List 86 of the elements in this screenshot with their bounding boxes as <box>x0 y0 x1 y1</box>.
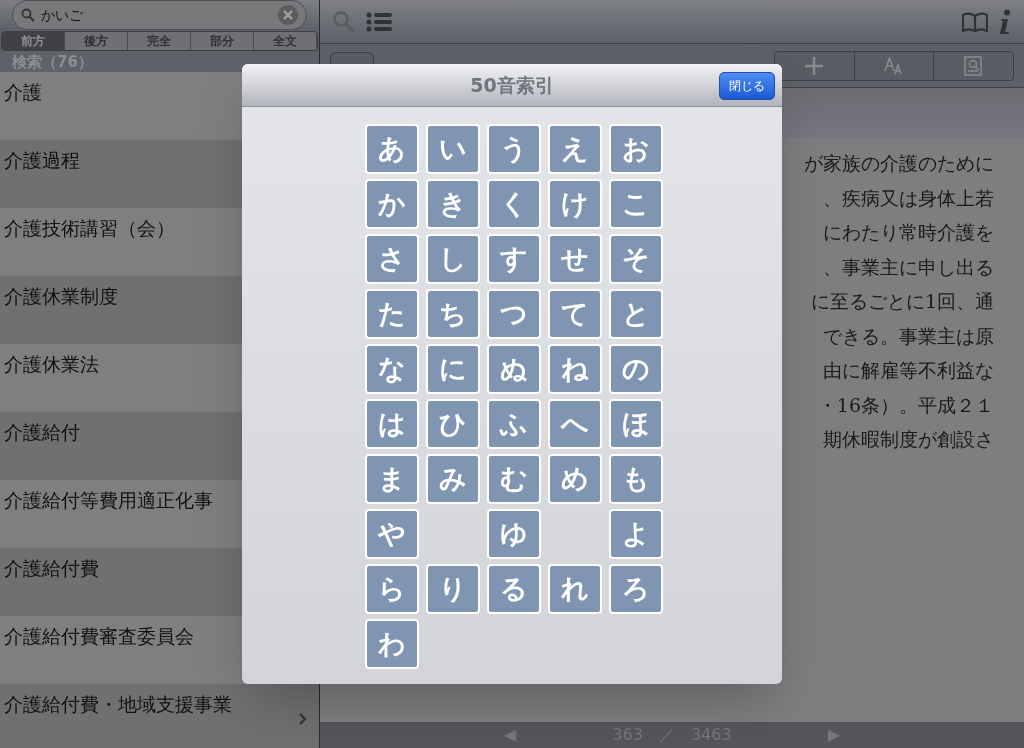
result-label: 介護過程 <box>4 149 80 171</box>
kana-key[interactable]: さ <box>365 234 419 284</box>
previous-page-button[interactable]: ◀ <box>504 723 517 747</box>
book-icon[interactable] <box>962 11 988 32</box>
kana-key[interactable]: あ <box>365 124 419 174</box>
result-label: 介護給付費 <box>4 557 99 579</box>
kana-key[interactable]: て <box>548 289 602 339</box>
kana-key[interactable]: ろ <box>609 564 663 614</box>
result-row[interactable]: 介護給付費・地域支援事業 <box>0 684 319 748</box>
document-search-icon <box>963 55 984 76</box>
scope-tab[interactable]: 全文 <box>254 32 317 50</box>
kana-key[interactable]: え <box>548 124 602 174</box>
kana-key[interactable]: な <box>365 344 419 394</box>
article-text-line: ・16条）。平成２１ <box>817 392 994 418</box>
kana-key[interactable]: る <box>487 564 541 614</box>
kana-key[interactable]: き <box>426 179 480 229</box>
kana-key[interactable]: ぬ <box>487 344 541 394</box>
result-label: 介護給付等費用適正化事 <box>4 489 213 511</box>
search-field[interactable]: かいご <box>12 0 307 30</box>
kana-key[interactable]: つ <box>487 289 541 339</box>
kana-key[interactable]: よ <box>609 509 663 559</box>
close-button[interactable]: 閉じる <box>719 72 775 100</box>
search-icon[interactable] <box>332 9 356 34</box>
kana-key[interactable]: や <box>365 509 419 559</box>
dialog-title: 50音索引 <box>470 72 554 98</box>
kana-key[interactable]: ふ <box>487 399 541 449</box>
scope-tab[interactable]: 前方 <box>2 32 65 50</box>
kana-key[interactable]: み <box>426 454 480 504</box>
chevron-icon <box>299 713 307 725</box>
result-label: 介護技術講習（会） <box>4 217 175 239</box>
search-icon <box>21 8 35 22</box>
article-text-line: 由に解雇等不利益な <box>823 358 994 383</box>
search-text: かいご <box>41 5 84 25</box>
article-text-line: 、疾病又は身体上若 <box>823 185 994 211</box>
font-size-icon <box>884 56 904 75</box>
kana-key[interactable]: け <box>548 179 602 229</box>
scope-tab[interactable]: 部分 <box>191 32 254 50</box>
kana-key[interactable]: し <box>426 234 480 284</box>
kana-key[interactable]: ま <box>365 454 419 504</box>
info-icon[interactable] <box>998 8 1012 35</box>
article-text-line: が家族の介護のために <box>804 151 994 176</box>
kana-key[interactable]: せ <box>548 234 602 284</box>
kana-key[interactable]: ち <box>426 289 480 339</box>
article-text-line: にわたり常時介護を <box>823 220 994 245</box>
kana-key[interactable]: れ <box>548 564 602 614</box>
result-label: 介護給付 <box>4 421 80 443</box>
scope-tab[interactable]: 完全 <box>128 32 191 50</box>
kana-key[interactable]: わ <box>365 619 419 669</box>
result-label: 介護休業制度 <box>4 285 118 307</box>
kana-key[interactable]: ほ <box>609 399 663 449</box>
page-separator: ／ <box>658 724 675 746</box>
kana-key[interactable]: へ <box>548 399 602 449</box>
result-label: 介護休業法 <box>4 353 99 375</box>
kana-key[interactable]: は <box>365 399 419 449</box>
list-icon[interactable] <box>366 11 392 32</box>
kana-key[interactable]: に <box>426 344 480 394</box>
kana-key[interactable]: か <box>365 179 419 229</box>
kana-key[interactable]: く <box>487 179 541 229</box>
kana-key[interactable]: い <box>426 124 480 174</box>
result-label: 介護給付費・地域支援事業 <box>4 693 232 715</box>
kana-key[interactable]: お <box>609 124 663 174</box>
kana-key[interactable]: す <box>487 234 541 284</box>
kana-key[interactable]: め <box>548 454 602 504</box>
article-text-line: に至るごとに1回、通 <box>810 289 994 314</box>
kana-key[interactable]: り <box>426 564 480 614</box>
article-text-line: 、事業主に申し出る <box>823 254 994 280</box>
kana-key[interactable]: そ <box>609 234 663 284</box>
result-label: 介護給付費審査委員会 <box>4 625 194 647</box>
clear-icon[interactable] <box>278 5 298 25</box>
kana-key[interactable]: ね <box>548 344 602 394</box>
kana-key[interactable]: と <box>609 289 663 339</box>
kana-key[interactable]: む <box>487 454 541 504</box>
article-text-line: 期休暇制度が創設さ <box>823 427 994 452</box>
kana-key[interactable]: ひ <box>426 399 480 449</box>
scope-tab[interactable]: 後方 <box>65 32 128 50</box>
article-text-line: できる。事業主は原 <box>823 323 994 349</box>
kana-key[interactable]: こ <box>609 179 663 229</box>
kana-key[interactable]: た <box>365 289 419 339</box>
kana-key[interactable]: の <box>609 344 663 394</box>
plus-icon <box>805 56 824 75</box>
next-page-button[interactable]: ▶ <box>827 723 840 747</box>
kana-key[interactable]: ら <box>365 564 419 614</box>
kana-key[interactable]: も <box>609 454 663 504</box>
kana-key[interactable]: ゆ <box>487 509 541 559</box>
result-label: 介護 <box>4 81 42 103</box>
kana-key[interactable]: う <box>487 124 541 174</box>
